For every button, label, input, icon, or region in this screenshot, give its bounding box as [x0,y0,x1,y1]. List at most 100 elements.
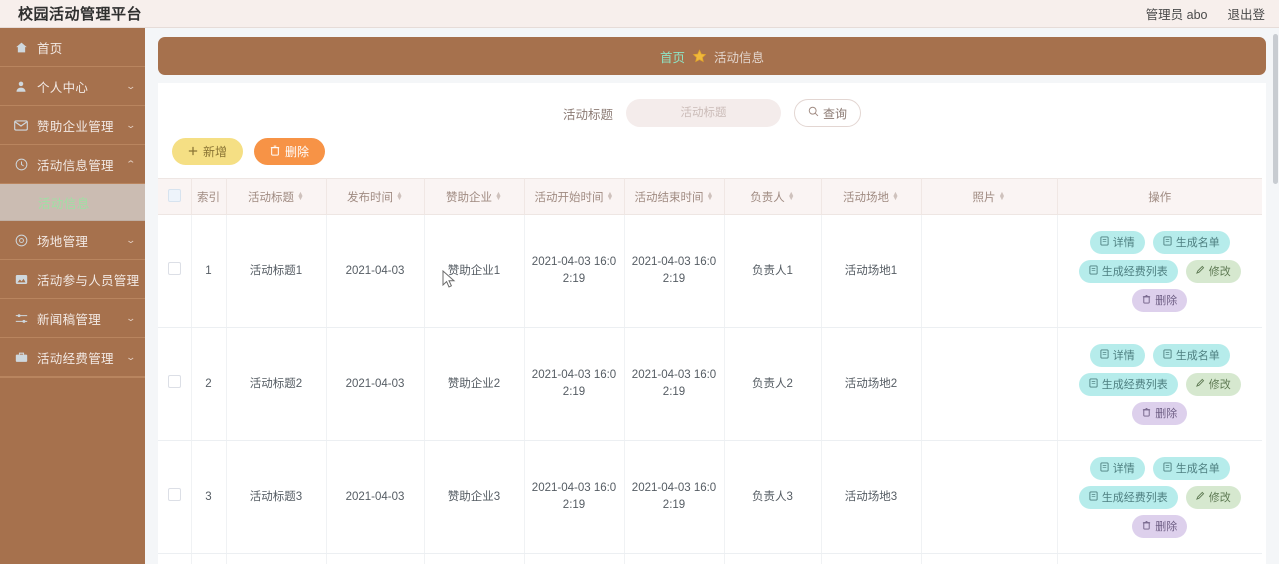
query-button[interactable]: 查询 [794,99,862,127]
generate-roster-button[interactable]: 生成名单 [1152,230,1230,254]
row-actions: 详情 生成名单 生成经费列表 修改 删除 [1064,340,1257,429]
add-button[interactable]: 新增 [172,138,244,165]
sidebar-nav: 首页 个人中心 ⌄ 赞助企业管理 ⌄ 活动信息管理 ⌃ 活动信息 场地管理 ⌄ … [0,28,145,564]
file-icon [1089,378,1098,391]
sort-icon[interactable]: ▲ ▼ [892,191,899,202]
th-publish-time[interactable]: 发布时间 ▲ ▼ [326,178,425,215]
detail-button[interactable]: 详情 [1089,343,1145,367]
th-start-time[interactable]: 活动开始时间 ▲ ▼ [524,178,625,215]
cell-index [191,553,227,564]
table-row[interactable]: 3 活动标题3 2021-04-03 赞助企业3 2021-04-03 16:0… [158,440,1262,554]
table-row[interactable]: 1 活动标题1 2021-04-03 赞助企业1 2021-04-03 16:0… [158,214,1262,328]
cell-index: 2 [191,327,227,441]
sort-icon[interactable]: ▲ ▼ [495,191,502,202]
search-input[interactable] [626,99,781,127]
generate-expense-list-button[interactable]: 生成经费列表 [1078,259,1178,283]
cell-index: 1 [191,214,227,328]
th-end-time[interactable]: 活动结束时间 ▲ ▼ [624,178,725,215]
delete-button-label: 删除 [285,145,310,159]
sort-icon[interactable]: ▲ ▼ [707,191,714,202]
breadcrumb-home-link[interactable]: 首页 [660,47,685,66]
chevron-down-icon: ⌄ [125,351,137,362]
generate-roster-button[interactable]: 生成名单 [1152,456,1230,480]
row-actions: 详情 生成名单 生成经费列表 修改 删除 [1064,227,1257,316]
generate-expense-list-button[interactable]: 生成经费列表 [1078,372,1178,396]
sidebar-item-home[interactable]: 首页 [0,28,145,67]
sidebar-item-activity-info-management[interactable]: 活动信息管理 ⌃ [0,145,145,184]
sidebar-item-label: 新闻稿管理 [37,312,102,327]
edit-button[interactable]: 修改 [1185,372,1241,396]
sidebar-item-venue-management[interactable]: 场地管理 ⌄ [0,221,145,260]
pencil-icon [1195,378,1205,390]
th-title[interactable]: 活动标题 ▲ ▼ [226,178,327,215]
table-row[interactable] [158,553,1262,564]
sidebar-item-participant-management[interactable]: 活动参与人员管理 ⌄ [0,260,145,299]
generate-roster-button[interactable]: 生成名单 [1152,343,1230,367]
generate-roster-label: 生成名单 [1175,463,1220,475]
cell-photo [921,327,1058,441]
cell-owner: 负责人1 [724,214,822,328]
sort-icon[interactable]: ▲ ▼ [396,191,403,202]
row-delete-button[interactable]: 删除 [1132,514,1188,538]
cell-checkbox[interactable] [158,327,192,441]
row-delete-button[interactable]: 删除 [1132,401,1188,425]
cell-checkbox[interactable] [158,214,192,328]
pencil-icon [1195,265,1205,277]
cell-photo [921,553,1058,564]
sidebar-subitem-activity-info[interactable]: 活动信息 [0,184,145,221]
cell-venue: 活动场地1 [821,214,922,328]
sidebar-item-label: 首页 [37,41,63,56]
top-header-bar: 校园活动管理平台 管理员 abo 退出登 [0,0,1279,28]
sidebar-item-sponsor-management[interactable]: 赞助企业管理 ⌄ [0,106,145,145]
sidebar-item-expense-management[interactable]: 活动经费管理 ⌄ [0,338,145,377]
th-label: 活动开始时间 [534,191,604,204]
cell-checkbox[interactable] [158,440,192,554]
delete-button[interactable]: 删除 [254,138,326,165]
sidebar-item-label: 个人中心 [37,80,89,95]
th-venue[interactable]: 活动场地 ▲ ▼ [821,178,922,215]
plus-icon [188,145,198,159]
trash-icon [1142,407,1151,420]
vertical-scrollbar[interactable] [1272,28,1279,564]
th-label: 赞助企业 [446,191,493,204]
row-delete-label: 删除 [1155,408,1178,420]
sidebar-item-label: 活动参与人员管理 [37,273,140,288]
detail-button[interactable]: 详情 [1089,456,1145,480]
cell-checkbox[interactable] [158,553,192,564]
briefcase-icon [14,350,28,364]
edit-button[interactable]: 修改 [1185,259,1241,283]
current-user-label: 管理员 abo [1145,8,1208,22]
cell-sponsor: 赞助企业2 [424,327,525,441]
logout-button[interactable]: 退出登 [1227,4,1265,23]
vertical-scrollbar-thumb[interactable] [1273,34,1278,184]
th-photo[interactable]: 照片 ▲ ▼ [921,178,1058,215]
detail-button[interactable]: 详情 [1089,230,1145,254]
cell-title [226,553,327,564]
sort-icon[interactable]: ▲ ▼ [297,191,304,202]
application-window: 校园活动管理平台 管理员 abo 退出登 首页 个人中心 ⌄ 赞助企业管理 ⌄ [0,0,1279,564]
row-checkbox[interactable] [167,261,181,275]
sort-icon[interactable]: ▲ ▼ [999,191,1006,202]
cell-photo [921,214,1058,328]
th-owner[interactable]: 负责人 ▲ ▼ [724,178,822,215]
table-row[interactable]: 2 活动标题2 2021-04-03 赞助企业2 2021-04-03 16:0… [158,327,1262,441]
th-select-all[interactable] [158,178,192,215]
row-checkbox[interactable] [167,487,181,501]
th-sponsor[interactable]: 赞助企业 ▲ ▼ [424,178,525,215]
envelope-icon [14,118,28,132]
chevron-up-icon: ⌃ [125,158,137,169]
table-header-row: 索引 活动标题 ▲ ▼ 发布时间 ▲ ▼ 赞助企业 ▲ ▼ 活动开始时间 ▲ ▼… [158,178,1262,215]
sidebar-item-news-management[interactable]: 新闻稿管理 ⌄ [0,299,145,338]
sidebar-item-personal-center[interactable]: 个人中心 ⌄ [0,67,145,106]
generate-expense-list-button[interactable]: 生成经费列表 [1078,485,1178,509]
select-all-checkbox[interactable] [167,188,181,202]
row-delete-button[interactable]: 删除 [1132,288,1188,312]
cell-publish-time [326,553,425,564]
cell-operations: 详情 生成名单 生成经费列表 修改 删除 [1057,327,1262,441]
edit-button[interactable]: 修改 [1185,485,1241,509]
sort-icon[interactable]: ▲ ▼ [788,191,795,202]
cell-sponsor: 赞助企业1 [424,214,525,328]
sort-icon[interactable]: ▲ ▼ [607,191,614,202]
row-checkbox[interactable] [167,374,181,388]
cell-operations: 详情 生成名单 生成经费列表 修改 删除 [1057,440,1262,554]
